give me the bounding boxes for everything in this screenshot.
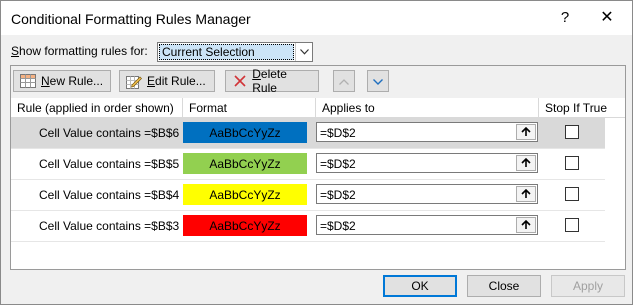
edit-rule-button[interactable]: Edit Rule... xyxy=(119,70,215,92)
stop-if-true-checkbox[interactable] xyxy=(565,125,579,139)
close-button[interactable]: Close xyxy=(467,275,541,297)
row-divider xyxy=(11,241,605,242)
collapse-dialog-icon[interactable] xyxy=(516,186,536,202)
rule-description: Cell Value contains =$B$3 xyxy=(39,219,180,233)
rule-description: Cell Value contains =$B$6 xyxy=(39,126,180,140)
format-preview: AaBbCcYyZz xyxy=(183,215,307,236)
format-preview: AaBbCcYyZz xyxy=(183,184,307,205)
chevron-down-icon[interactable] xyxy=(295,43,312,61)
rule-row[interactable]: Cell Value contains =$B$6 AaBbCcYyZz =$D… xyxy=(11,118,605,148)
format-preview: AaBbCcYyZz xyxy=(183,153,307,174)
apply-button[interactable]: Apply xyxy=(551,275,625,297)
show-rules-selected: Current Selection xyxy=(159,44,294,60)
rule-row[interactable]: Cell Value contains =$B$3 AaBbCcYyZz =$D… xyxy=(11,211,605,241)
edit-rule-icon xyxy=(126,73,142,89)
new-rule-button[interactable]: New Rule... xyxy=(13,70,111,92)
collapse-dialog-icon[interactable] xyxy=(516,124,536,140)
format-preview: AaBbCcYyZz xyxy=(183,122,307,143)
new-rule-icon xyxy=(20,73,36,89)
column-header-stop-if-true: Stop If True xyxy=(539,98,625,118)
collapse-dialog-icon[interactable] xyxy=(516,155,536,171)
rule-row[interactable]: Cell Value contains =$B$4 AaBbCcYyZz =$D… xyxy=(11,180,605,210)
move-up-button[interactable] xyxy=(333,70,355,92)
applies-to-field[interactable]: =$D$2 xyxy=(316,122,538,142)
applies-to-field[interactable]: =$D$2 xyxy=(316,215,538,235)
column-header-format: Format xyxy=(183,98,316,118)
title-bar: Conditional Formatting Rules Manager ? ✕ xyxy=(1,1,632,35)
ok-button[interactable]: OK xyxy=(383,275,457,297)
dialog-title: Conditional Formatting Rules Manager xyxy=(11,11,251,27)
rules-manager-dialog: Conditional Formatting Rules Manager ? ✕… xyxy=(0,0,633,305)
move-down-button[interactable] xyxy=(367,70,389,92)
delete-x-icon xyxy=(232,73,247,89)
chevron-down-icon xyxy=(373,74,383,88)
chevron-up-icon xyxy=(339,74,349,88)
help-icon[interactable]: ? xyxy=(557,9,573,27)
applies-to-field[interactable]: =$D$2 xyxy=(316,184,538,204)
column-header-rule: Rule (applied in order shown) xyxy=(11,98,183,118)
show-rules-dropdown[interactable]: Current Selection xyxy=(157,42,313,62)
close-icon[interactable]: ✕ xyxy=(597,8,617,28)
stop-if-true-checkbox[interactable] xyxy=(565,156,579,170)
collapse-dialog-icon[interactable] xyxy=(516,217,536,233)
column-header-applies-to: Applies to xyxy=(316,98,539,118)
stop-if-true-checkbox[interactable] xyxy=(565,187,579,201)
applies-to-field[interactable]: =$D$2 xyxy=(316,153,538,173)
delete-rule-button[interactable]: Delete Rule xyxy=(225,67,319,95)
rule-description: Cell Value contains =$B$5 xyxy=(39,157,180,171)
rules-toolbar: New Rule... Edit Rule... Delete Rule xyxy=(11,66,625,99)
stop-if-true-checkbox[interactable] xyxy=(565,218,579,232)
rule-row[interactable]: Cell Value contains =$B$5 AaBbCcYyZz =$D… xyxy=(11,149,605,179)
show-rules-label: Show formatting rules for: xyxy=(11,44,148,58)
rule-description: Cell Value contains =$B$4 xyxy=(39,188,180,202)
rules-panel: New Rule... Edit Rule... Delete Rule Rul… xyxy=(10,65,626,270)
